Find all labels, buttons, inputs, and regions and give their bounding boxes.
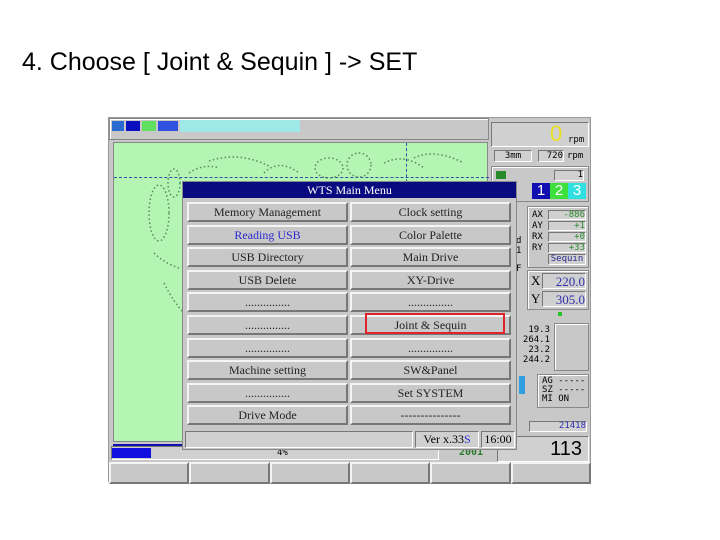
- coord-label: AY: [532, 221, 543, 231]
- menu-button-color-palette[interactable]: Color Palette: [350, 224, 511, 245]
- stats-list: 19.3 264.1 23.2 244.2: [514, 325, 550, 365]
- needle-number: 1: [554, 170, 584, 181]
- softkey-1[interactable]: [109, 462, 190, 484]
- y-value: 305.0: [542, 291, 586, 307]
- menu-button-usb-directory[interactable]: USB Directory: [187, 247, 348, 268]
- design-icon: [126, 121, 140, 131]
- machine-screen: 0 rpm 3mm 720 rpm 1 1 2 3 d 1 F AX -886 AY…: [108, 117, 591, 484]
- coord-label: RY: [532, 243, 543, 253]
- main-menu-dialog: WTS Main Menu Memory Management Reading U…: [182, 181, 517, 450]
- stitch-length: 3mm: [494, 150, 532, 162]
- menu-button-empty[interactable]: ...............: [187, 337, 348, 358]
- menu-button-sw-panel[interactable]: SW&Panel: [350, 360, 511, 381]
- status-led: [558, 312, 562, 316]
- coord-value: +1: [548, 221, 586, 231]
- version-text: Ver x.33: [423, 432, 464, 446]
- status-icon: [112, 121, 124, 131]
- speed-display: 0 rpm: [491, 121, 589, 147]
- head-1[interactable]: 1: [532, 183, 550, 199]
- coord-value: +0: [548, 232, 586, 242]
- menu-button-usb-delete[interactable]: USB Delete: [187, 269, 348, 290]
- xy-panel: X 220.0 Y 305.0: [527, 270, 589, 310]
- softkey-bar: [109, 462, 591, 484]
- color-icon: [142, 121, 156, 131]
- menu-button-memory-management[interactable]: Memory Management: [187, 202, 348, 222]
- head-2[interactable]: 2: [550, 183, 568, 199]
- version-label: Ver x.33S: [415, 431, 479, 448]
- tool-icons: [180, 120, 300, 132]
- menu-button-empty[interactable]: ...............: [187, 382, 348, 403]
- x-label: X: [531, 273, 541, 288]
- highlight-box: [365, 313, 505, 334]
- softkey-2[interactable]: [189, 462, 270, 484]
- menu-button-machine-setting[interactable]: Machine setting: [187, 360, 348, 381]
- speed-value: 0: [550, 121, 563, 146]
- menu-button-drive-mode[interactable]: Drive Mode: [187, 405, 348, 426]
- softkey-5[interactable]: [430, 462, 511, 484]
- x-value: 220.0: [542, 273, 586, 289]
- y-label: Y: [531, 291, 541, 306]
- mi-value: MI ON: [542, 394, 570, 404]
- stat-value: 19.3: [528, 325, 550, 335]
- menu-button-empty[interactable]: ...............: [187, 315, 348, 335]
- menu-button-clock-setting[interactable]: Clock setting: [350, 202, 511, 222]
- coord-value: +33: [548, 243, 586, 253]
- speed-unit: rpm: [568, 135, 585, 145]
- softkey-6[interactable]: [510, 462, 591, 484]
- coord-panel: AX -886 AY +1 RX +0 RY +33 Sequin: [527, 206, 589, 268]
- version-suffix: S: [463, 432, 471, 446]
- menu-button-empty[interactable]: ...............: [350, 337, 511, 358]
- coord-label: RX: [532, 232, 543, 242]
- max-speed-unit: rpm: [567, 151, 584, 161]
- menu-button-set-system[interactable]: Set SYSTEM: [350, 382, 511, 403]
- max-speed: 720: [538, 150, 564, 162]
- stats-side-box: [554, 323, 589, 371]
- stat-value: 244.2: [522, 355, 550, 365]
- menu-button-empty[interactable]: ...............: [187, 292, 348, 313]
- stat-value: 23.2: [528, 345, 550, 355]
- mode-value: Sequin: [548, 254, 586, 265]
- menu-button-xy-drive[interactable]: XY-Drive: [350, 269, 511, 290]
- needle-icon: [496, 171, 506, 179]
- ag-sz-mi-panel: AG ----- SZ ----- MI ON: [537, 374, 589, 408]
- menu-status-field: [185, 431, 413, 448]
- top-bar: [109, 118, 489, 140]
- menu-button-reading-usb[interactable]: Reading USB: [187, 224, 348, 245]
- softkey-4[interactable]: [349, 462, 431, 484]
- menu-button-empty[interactable]: ---------------: [350, 405, 511, 426]
- menu-button-empty[interactable]: ...............: [350, 292, 511, 313]
- coord-value: -886: [548, 210, 586, 220]
- coord-label: AX: [532, 210, 543, 220]
- thread-icon: [519, 376, 525, 394]
- progress-fill: [112, 448, 152, 458]
- clock-time: 16:00: [481, 431, 515, 448]
- instruction-heading: 4. Choose [ Joint & Sequin ] -> SET: [22, 48, 418, 76]
- menu-title: WTS Main Menu: [183, 182, 516, 198]
- head-3[interactable]: 3: [568, 183, 586, 199]
- menu-button-main-drive[interactable]: Main Drive: [350, 247, 511, 268]
- stitch-count: 21418: [529, 421, 587, 432]
- stat-value: 264.1: [522, 335, 550, 345]
- softkey-3[interactable]: [269, 462, 350, 484]
- usb-icon: [158, 121, 178, 131]
